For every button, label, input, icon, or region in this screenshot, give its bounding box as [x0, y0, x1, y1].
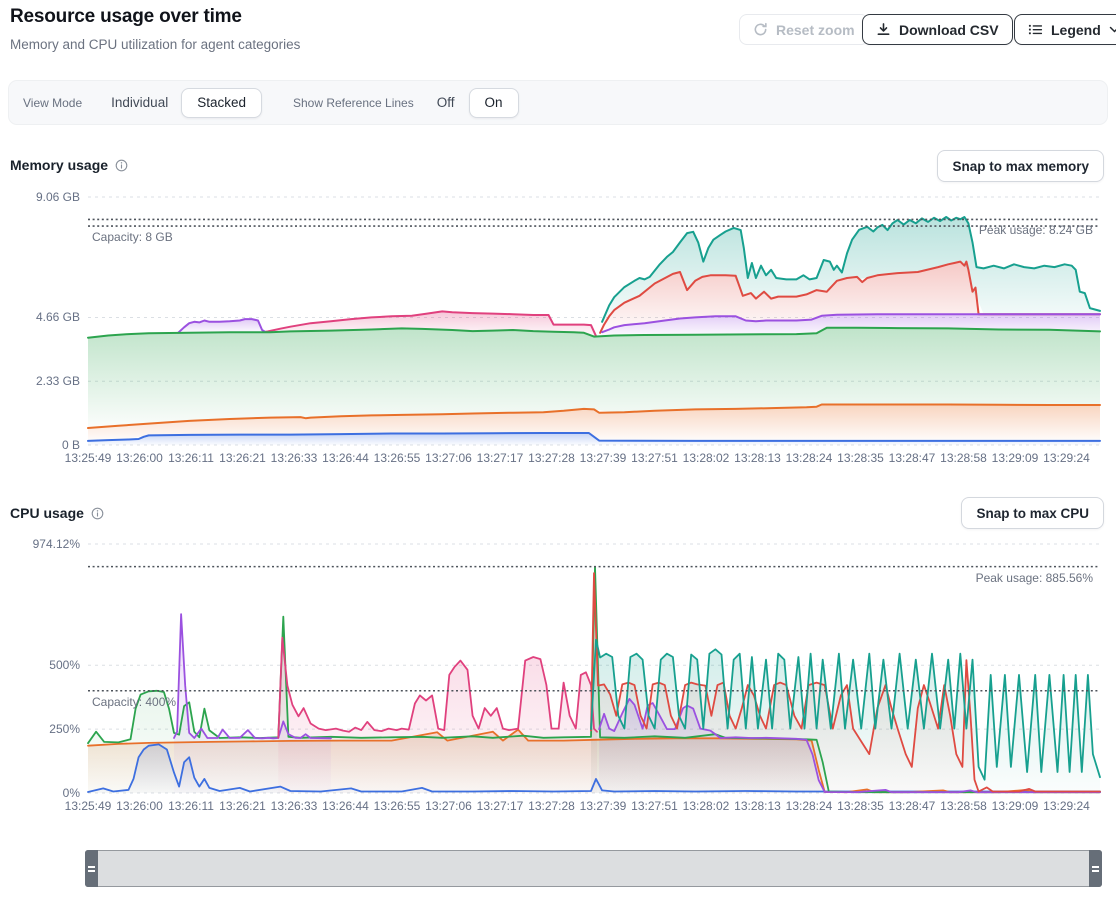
- reference-lines-on-option[interactable]: On: [469, 88, 519, 118]
- view-mode-stacked-option[interactable]: Stacked: [181, 88, 262, 118]
- memory-x-tick-label: 13:29:24: [1027, 451, 1107, 465]
- reset-zoom-button[interactable]: Reset zoom: [739, 14, 869, 45]
- memory-section-title: Memory usage: [10, 157, 128, 173]
- memory-chart: 9.06 GB4.66 GB2.33 GB0 B13:25:4913:26:00…: [0, 192, 1116, 478]
- brush-right-handle[interactable]: [1089, 850, 1102, 887]
- memory-plot-area[interactable]: [88, 192, 1100, 450]
- view-options-toolbar: View Mode Individual Stacked Show Refere…: [8, 80, 1108, 125]
- info-icon[interactable]: [115, 159, 128, 172]
- view-mode-individual-option[interactable]: Individual: [105, 91, 174, 114]
- refresh-icon: [753, 22, 768, 37]
- download-icon: [876, 22, 891, 37]
- brush-left-handle[interactable]: [85, 850, 98, 887]
- cpu-chart: 974.12%500%250%0%13:25:4913:26:0013:26:1…: [0, 540, 1116, 826]
- reset-zoom-label: Reset zoom: [776, 22, 855, 38]
- view-mode-label: View Mode: [23, 96, 82, 110]
- brush-track[interactable]: [99, 851, 1088, 886]
- reference-lines-off-option[interactable]: Off: [431, 91, 461, 114]
- page-title: Resource usage over time: [10, 6, 242, 28]
- info-icon[interactable]: [91, 507, 104, 520]
- cpu-section-title: CPU usage: [10, 505, 104, 521]
- time-range-brush[interactable]: [85, 850, 1102, 887]
- chevron-down-icon: [1109, 26, 1116, 33]
- legend-label: Legend: [1051, 22, 1101, 38]
- show-reference-lines-label: Show Reference Lines: [293, 96, 414, 110]
- cpu-y-tick-label: 974.12%: [0, 537, 80, 551]
- legend-button[interactable]: Legend: [1014, 14, 1116, 45]
- legend-list-icon: [1028, 22, 1043, 37]
- memory-y-tick-label: 0 B: [0, 438, 80, 452]
- memory-y-tick-label: 2.33 GB: [0, 374, 80, 388]
- cpu-x-tick-label: 13:29:24: [1027, 799, 1107, 813]
- cpu-y-tick-label: 250%: [0, 722, 80, 736]
- memory-title-text: Memory usage: [10, 157, 108, 173]
- download-csv-button[interactable]: Download CSV: [862, 14, 1013, 45]
- cpu-title-text: CPU usage: [10, 505, 84, 521]
- cpu-ref-line-label: Peak usage: 885.56%: [976, 571, 1093, 585]
- snap-to-max-memory-button[interactable]: Snap to max memory: [937, 150, 1104, 182]
- memory-ref-line-label: Capacity: 8 GB: [92, 230, 173, 244]
- memory-ref-line-label: Peak usage: 8.24 GB: [979, 223, 1093, 237]
- memory-y-tick-label: 4.66 GB: [0, 310, 80, 324]
- cpu-y-tick-label: 500%: [0, 658, 80, 672]
- cpu-plot-area[interactable]: [88, 540, 1100, 798]
- snap-to-max-cpu-button[interactable]: Snap to max CPU: [961, 497, 1104, 529]
- page-subtitle: Memory and CPU utilization for agent cat…: [10, 37, 300, 52]
- cpu-ref-line-label: Capacity: 400%: [92, 695, 176, 709]
- download-csv-label: Download CSV: [899, 22, 999, 38]
- memory-y-tick-label: 9.06 GB: [0, 190, 80, 204]
- cpu-y-tick-label: 0%: [0, 786, 80, 800]
